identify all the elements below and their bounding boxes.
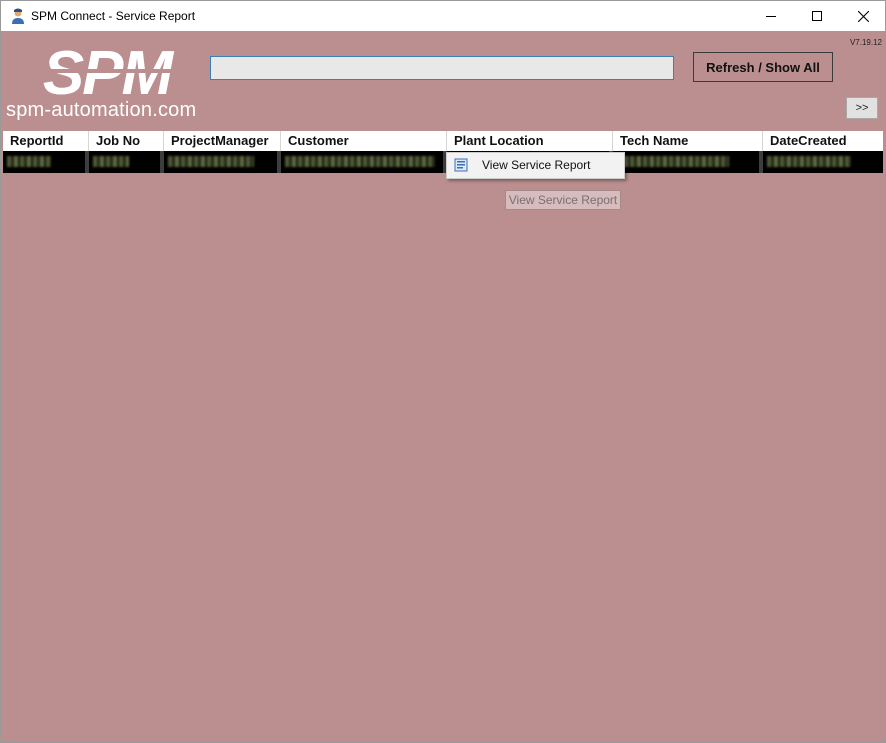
minimize-icon (765, 15, 776, 17)
context-menu: View Service Report (446, 152, 625, 179)
column-header-tech-name[interactable]: Tech Name (613, 131, 763, 151)
close-icon (857, 10, 869, 22)
column-header-plant-location[interactable]: Plant Location (447, 131, 613, 151)
service-report-grid[interactable]: ReportId Job No ProjectManager Customer … (3, 131, 883, 173)
table-row[interactable] (3, 151, 883, 173)
app-user-icon (10, 8, 26, 24)
cell-datecreated[interactable] (763, 151, 883, 173)
app-window: SPM Connect - Service Report SPM spm-aut… (0, 0, 886, 743)
context-menu-item-label: View Service Report (482, 158, 591, 172)
context-menu-item-view-service-report[interactable]: View Service Report (447, 153, 624, 178)
tooltip: View Service Report (505, 190, 621, 210)
maximize-icon (811, 10, 822, 21)
cell-projectmanager[interactable] (164, 151, 281, 173)
title-bar[interactable]: SPM Connect - Service Report (1, 1, 885, 31)
column-header-projectmanager[interactable]: ProjectManager (164, 131, 281, 151)
cell-jobno[interactable] (89, 151, 164, 173)
column-header-reportid[interactable]: ReportId (3, 131, 89, 151)
column-header-jobno[interactable]: Job No (89, 131, 164, 151)
cell-tech-name[interactable] (613, 151, 763, 173)
refresh-show-all-button[interactable]: Refresh / Show All (693, 52, 833, 82)
report-icon (454, 158, 468, 172)
maximize-button[interactable] (794, 1, 840, 31)
cell-reportid[interactable] (3, 151, 89, 173)
close-button[interactable] (840, 1, 885, 31)
search-input[interactable] (210, 56, 674, 80)
spm-logo: SPM (7, 42, 207, 100)
version-label: V7.19.12 (849, 38, 882, 47)
cell-customer[interactable] (281, 151, 447, 173)
grid-header: ReportId Job No ProjectManager Customer … (3, 131, 883, 151)
expand-panel-button[interactable]: >> (846, 97, 878, 119)
company-url: spm-automation.com (6, 99, 197, 121)
window-title: SPM Connect - Service Report (31, 9, 196, 23)
column-header-customer[interactable]: Customer (281, 131, 447, 151)
minimize-button[interactable] (748, 1, 794, 31)
column-header-datecreated[interactable]: DateCreated (763, 131, 883, 151)
